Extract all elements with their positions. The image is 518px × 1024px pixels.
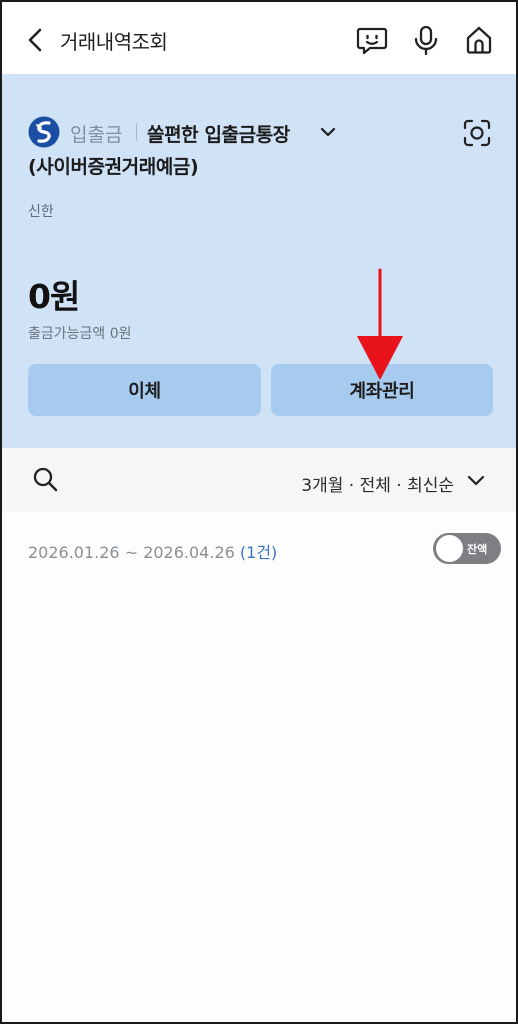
page-title: 거래내역조회 — [60, 30, 168, 54]
period-dates: 2026.01.26 ~ 2026.04.26 — [28, 543, 235, 562]
toggle-knob — [436, 535, 463, 562]
transaction-count: (1건) — [239, 543, 278, 562]
account-type: 입출금 — [70, 124, 123, 146]
shinhan-logo-icon — [28, 116, 60, 148]
bank-name: 신한 — [28, 204, 54, 220]
annotation-arrow — [357, 268, 403, 380]
search-icon[interactable] — [32, 466, 58, 492]
back-icon[interactable] — [24, 26, 48, 54]
chevron-down-icon[interactable] — [466, 473, 486, 487]
withdrawable-amount: 출금가능금액 0원 — [28, 326, 132, 342]
account-name[interactable]: 쏠편한 입출금통장 — [147, 120, 290, 147]
app-frame: 거래내역조회 입출금 쏠편한 입출금통장 (사이버증권거래예금) 신한 0원 출… — [0, 0, 518, 1024]
scan-icon[interactable] — [462, 118, 492, 148]
balance-toggle[interactable]: 잔액 — [433, 533, 501, 564]
divider — [136, 123, 137, 141]
balance-amount: 0원 — [28, 277, 80, 316]
toggle-label: 잔액 — [467, 543, 488, 556]
home-icon[interactable] — [463, 24, 495, 56]
period-range: 2026.01.26 ~ 2026.04.26 (1건) — [28, 539, 277, 563]
filter-label[interactable]: 3개월 · 전체 · 최신순 — [301, 471, 454, 496]
chevron-down-icon[interactable] — [319, 125, 337, 139]
transfer-button[interactable]: 이체 — [28, 364, 261, 416]
account-subname: (사이버증권거래예금) — [28, 156, 199, 178]
chatbot-icon[interactable] — [356, 24, 388, 56]
microphone-icon[interactable] — [410, 24, 442, 56]
